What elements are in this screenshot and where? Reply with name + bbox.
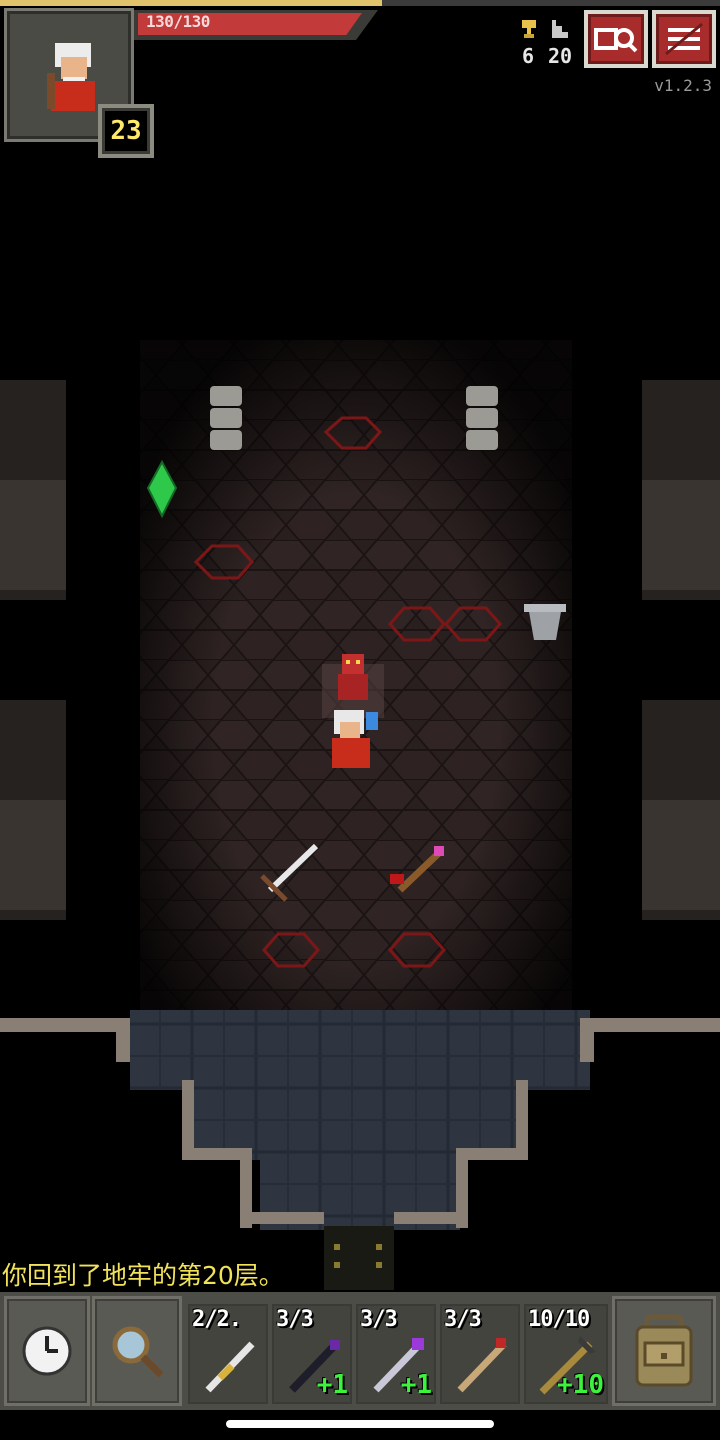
search-button[interactable] (92, 1296, 182, 1406)
backpack-button[interactable] (612, 1296, 716, 1406)
quickslot-3[interactable]: 3/3 +1 (356, 1304, 436, 1404)
quickslot-2-charges: 3/3 (276, 1307, 314, 1332)
experience-fill (0, 0, 382, 6)
home-indicator[interactable] (226, 1420, 494, 1428)
quickslot-1[interactable]: 2/2. (188, 1304, 268, 1404)
experience-bar (0, 0, 720, 6)
exit-door[interactable] (324, 1226, 394, 1290)
game-log-message: 你回到了地牢的第20层。 (2, 1261, 284, 1290)
wand-gold-icon (205, 1341, 255, 1393)
backpack-icon (635, 1314, 693, 1387)
quickslot-3-bonus: +1 (400, 1370, 432, 1400)
wait-button[interactable] (4, 1296, 90, 1406)
magnifier-icon (112, 1326, 164, 1378)
quickslot-5-bonus: +10 (557, 1370, 604, 1400)
quickslot-3-charges: 3/3 (360, 1307, 398, 1332)
gold-count: 6 (522, 44, 535, 68)
skull-pile-right (466, 386, 498, 450)
menu-button[interactable] (652, 10, 716, 68)
clock-icon (22, 1326, 72, 1376)
gold-icon (522, 20, 536, 38)
game-screen: 23 130/130 6 20 v1.2.3 你回到了地牢的第20层。 2/2.… (0, 0, 720, 1440)
quickslot-2[interactable]: 3/3 +1 (272, 1304, 352, 1404)
depth-count: 20 (548, 44, 573, 68)
quickslot-4[interactable]: 3/3 (440, 1304, 520, 1404)
quickslot-2-bonus: +1 (316, 1370, 348, 1400)
version-label: v1.2.3 (654, 76, 712, 95)
hero-level-badge: 23 (98, 104, 154, 158)
health-text: 130/130 (146, 12, 210, 31)
quickslot-5-charges: 10/10 (528, 1307, 590, 1332)
quickslot-1-charges: 2/2. (192, 1307, 242, 1332)
wand-red-icon (457, 1338, 507, 1393)
depth-icon (552, 20, 568, 38)
menu-icon (665, 22, 703, 56)
journal-search-icon (594, 28, 638, 53)
dungeon-view[interactable] (0, 0, 720, 1290)
journal-button[interactable] (584, 10, 648, 68)
quickslot-4-charges: 3/3 (444, 1307, 482, 1332)
skull-pile-left (210, 386, 242, 450)
quickslot-5[interactable]: 10/10 +10 (524, 1304, 608, 1404)
